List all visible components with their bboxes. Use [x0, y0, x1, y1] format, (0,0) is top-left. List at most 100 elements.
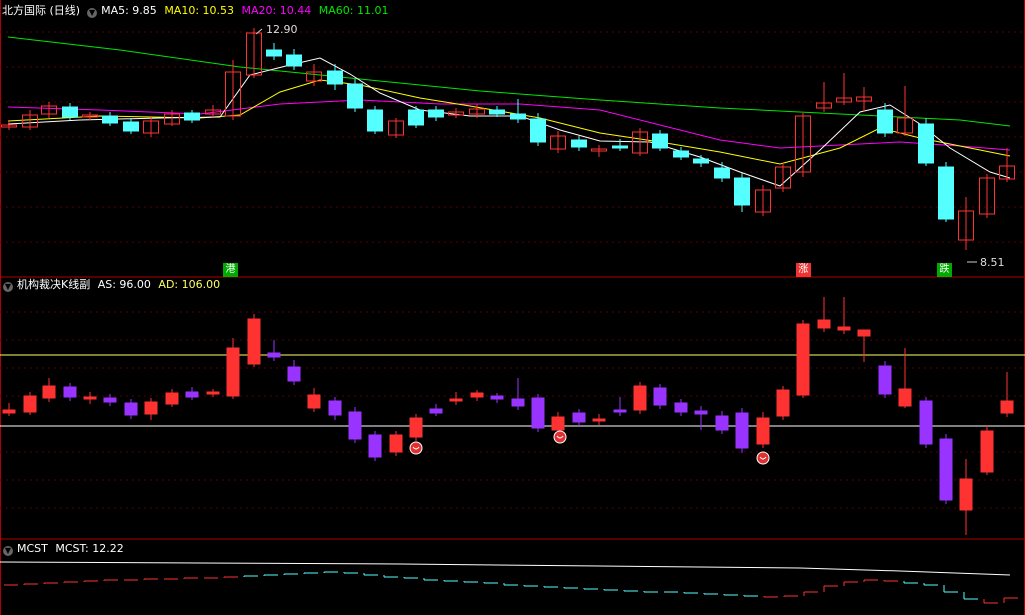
price-candle: [612, 145, 628, 149]
indicator-legend: ▼ 机构裁决K线副 AS: 96.00 AD: 106.00: [0, 278, 224, 292]
price-candle: [693, 158, 709, 164]
settings-dropdown-icon[interactable]: ▼: [3, 282, 13, 292]
settings-dropdown-icon[interactable]: ▼: [87, 8, 98, 18]
indicator-candle: [980, 430, 994, 473]
signal-ball-icon: [756, 451, 770, 465]
indicator-candle: [328, 400, 342, 416]
mcst-line: [0, 561, 1011, 576]
price-candle: [327, 70, 343, 85]
indicator-candle: [878, 365, 892, 395]
price-candles[interactable]: [1, 28, 1015, 250]
indicator-candle: [206, 391, 220, 395]
indicator-candle: [267, 352, 281, 358]
indicator-candle: [592, 418, 606, 422]
price-candle: [877, 109, 893, 134]
high-price-label: 12.90: [266, 23, 298, 36]
ma20-value: MA20: 10.44: [241, 4, 312, 17]
price-candle: [489, 109, 505, 115]
event-tag-hk[interactable]: 港: [223, 263, 238, 277]
indicator-candle: [368, 434, 382, 458]
indicator-candle: [63, 386, 77, 398]
price-candle: [571, 139, 587, 148]
indicator-candle: [939, 438, 953, 501]
indicator-candle: [776, 389, 790, 417]
indicator-candle: [613, 409, 627, 413]
indicator-candle: [348, 411, 362, 440]
indicator-candle: [919, 400, 933, 445]
price-candle: [714, 167, 730, 179]
price-candle: [123, 121, 139, 132]
indicator-candles[interactable]: [2, 297, 1014, 535]
indicator-candle: [653, 387, 667, 406]
indicator-candle: [817, 319, 831, 329]
signal-ball-icon: [553, 430, 567, 444]
indicator-candle: [1000, 400, 1014, 414]
indicator-candle: [165, 392, 179, 405]
moving-average-lines: [7, 36, 1011, 187]
price-legend: 北方国际 (日线) ▼ MA5: 9.85 MA10: 10.53 MA20: 10…: [0, 4, 392, 18]
indicator-candle: [83, 396, 97, 400]
indicator-candle: [124, 402, 138, 416]
price-annotations: 12.90 8.51: [255, 23, 1005, 269]
indicator-candle: [287, 366, 301, 382]
price-candle: [530, 118, 546, 143]
chart-frame: [0, 0, 1025, 615]
price-candle: [408, 109, 424, 126]
price-candle: [938, 166, 954, 220]
ma5-value: MA5: 9.85: [101, 4, 157, 17]
event-tag-rise[interactable]: 涨: [796, 263, 811, 277]
price-candle: [734, 177, 750, 206]
ma10-value: MA10: 10.53: [164, 4, 235, 17]
price-candle: [510, 113, 526, 120]
indicator-candle: [103, 397, 117, 403]
indicator-candle: [857, 329, 871, 337]
indicator-candle: [694, 410, 708, 415]
indicator-candle: [511, 398, 525, 407]
event-tag-fall[interactable]: 跌: [937, 263, 952, 277]
indicator-candle: [449, 398, 463, 402]
price-candle: [673, 150, 689, 158]
price-candle: [652, 133, 668, 149]
price-candle: [266, 49, 282, 57]
price-candle: [102, 115, 118, 124]
as-value: AS: 96.00: [97, 278, 151, 291]
indicator-candle: [633, 385, 647, 411]
mcst-panel-title: MCST: [17, 542, 48, 555]
mcst-panel-lines: [0, 561, 1018, 604]
indicator-panel-title: 机构裁决K线副: [17, 278, 91, 291]
price-panel-grid: [0, 31, 1025, 243]
stock-chart-canvas[interactable]: 12.90 8.51: [0, 0, 1025, 615]
price-candle: [347, 83, 363, 109]
indicator-candle: [307, 394, 321, 409]
price-candle: [62, 106, 78, 118]
indicator-candle: [144, 401, 158, 415]
indicator-candle: [959, 478, 973, 511]
price-candle: [286, 54, 302, 67]
indicator-candle: [490, 395, 504, 400]
ma60-value: MA60: 11.01: [318, 4, 389, 17]
indicator-candle: [185, 391, 199, 398]
ad-value: AD: 106.00: [158, 278, 221, 291]
indicator-candle: [23, 395, 37, 413]
indicator-candle: [42, 385, 56, 399]
indicator-candle: [389, 434, 403, 453]
indicator-candle: [226, 347, 240, 397]
price-candle: [184, 112, 200, 121]
indicator-candle: [531, 397, 545, 429]
indicator-candle: [429, 408, 443, 414]
settings-dropdown-icon[interactable]: ▼: [3, 546, 13, 556]
low-price-label: 8.51: [980, 256, 1005, 269]
indicator-candle: [470, 392, 484, 398]
indicator-candle: [572, 412, 586, 423]
indicator-candle: [551, 416, 565, 431]
price-candle: [918, 123, 934, 164]
indicator-candle: [796, 323, 810, 396]
indicator-candle: [756, 417, 770, 445]
indicator-candle: [674, 402, 688, 413]
signal-ball-icon: [409, 441, 423, 455]
indicator-candle: [837, 326, 851, 331]
mcst-legend: ▼ MCST MCST: 12.22: [0, 542, 128, 556]
price-candle: [428, 109, 444, 118]
indicator-candle: [247, 318, 261, 365]
price-panel-title: 北方国际 (日线): [2, 4, 81, 17]
